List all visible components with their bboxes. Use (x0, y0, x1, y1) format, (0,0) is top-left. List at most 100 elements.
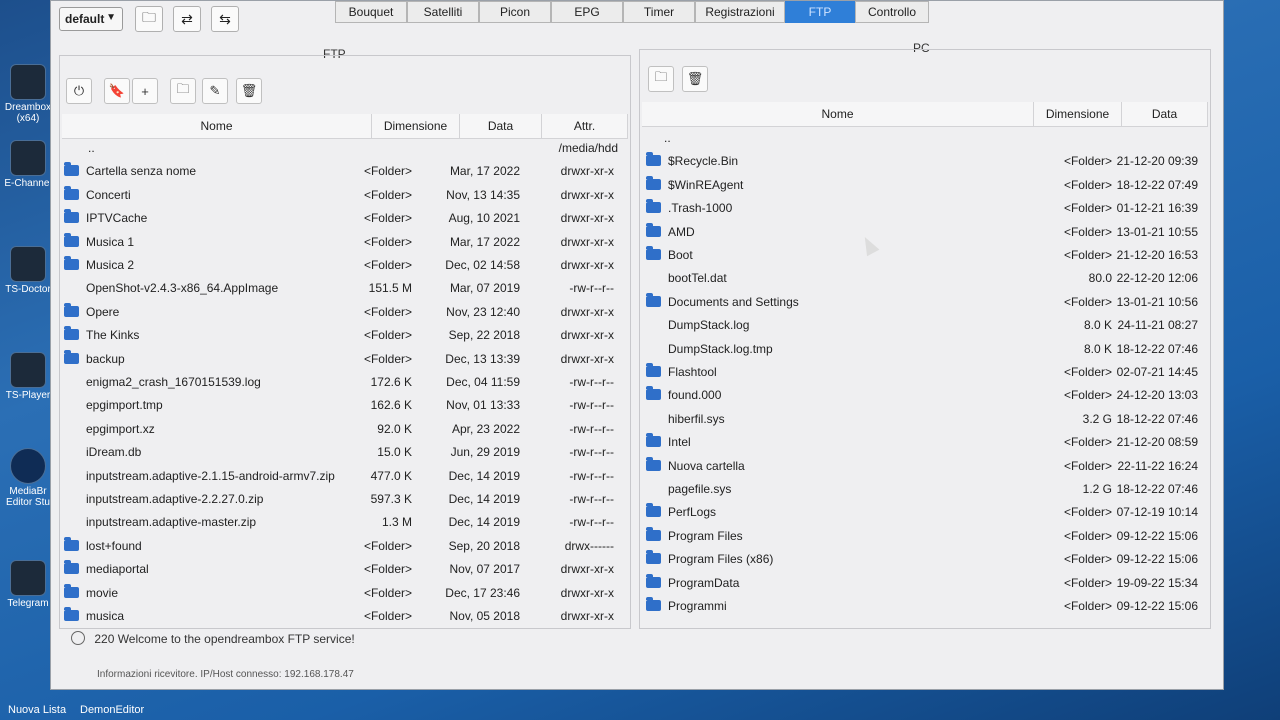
file-date: 21-12-20 16:53 (1116, 248, 1198, 262)
file-row[interactable]: pagefile.sys 1.2 G 18-12-22 07:46 (646, 479, 1202, 499)
file-name-text: found.000 (668, 388, 722, 403)
file-row[interactable]: $Recycle.Bin <Folder> 21-12-20 09:39 (646, 151, 1202, 171)
file-row[interactable]: ProgramData <Folder> 19-09-22 15:34 (646, 573, 1202, 593)
file-size: <Folder> (1063, 552, 1112, 567)
col-header-name[interactable]: Nome (642, 102, 1034, 126)
file-date: 21-12-20 09:39 (1116, 154, 1198, 169)
file-attr: drwxr-xr-x (560, 351, 614, 366)
tab-satelliti[interactable]: Satelliti (407, 1, 479, 23)
file-row[interactable]: Program Files <Folder> 09-12-22 15:06 (646, 526, 1202, 546)
pc-delete-button[interactable]: 🗑 (682, 66, 708, 92)
open-folder-button[interactable]: 🗀 (135, 6, 163, 32)
file-row[interactable]: movie <Folder> Dec, 17 23:46 drwxr-xr-x (64, 583, 624, 603)
file-row[interactable]: backup <Folder> Dec, 13 13:39 drwxr-xr-x (64, 349, 624, 369)
file-row[interactable]: enigma2_crash_1670151539.log 172.6 K Dec, … (64, 372, 624, 392)
file-row[interactable]: inputstream.adaptive-master.zip 1.3 M Dec,… (64, 512, 624, 532)
file-row[interactable]: Opere <Folder> Nov, 23 12:40 drwxr-xr-x (64, 302, 624, 322)
bookmark-button[interactable]: 🔖 (104, 78, 130, 104)
new-folder-button[interactable]: 🗀 (170, 78, 196, 104)
file-row[interactable]: PerfLogs <Folder> 07-12-19 10:14 (646, 502, 1202, 522)
file-row[interactable]: bootTel.dat 80.0 22-12-20 12:06 (646, 268, 1202, 288)
file-row[interactable]: AMD <Folder> 13-01-21 10:55 (646, 222, 1202, 242)
file-name: Programmi (646, 596, 727, 616)
file-row[interactable]: epgimport.xz 92.0 K Apr, 23 2022 -rw-r--r-- (64, 419, 624, 439)
file-row[interactable]: DumpStack.log.tmp 8.0 K 18-12-22 07:46 (646, 339, 1202, 359)
col-header-size[interactable]: Dimensione (372, 114, 460, 138)
file-row[interactable]: Documents and Settings <Folder> 13-01-21 1… (646, 292, 1202, 312)
file-row[interactable]: inputstream.adaptive-2.2.27.0.zip 597.3 K… (64, 489, 624, 509)
file-row[interactable]: Programmi <Folder> 09-12-22 15:06 (646, 596, 1202, 616)
desktop-icon-dreambox[interactable]: Dreambox (x64) (0, 64, 56, 124)
file-row[interactable]: Boot <Folder> 21-12-20 16:53 (646, 245, 1202, 265)
file-date: Apr, 23 2022 (451, 421, 520, 436)
file-row[interactable]: OpenShot-v2.4.3-x86_64.AppImage 151.5 M Ma… (64, 278, 624, 298)
file-name: ProgramData (646, 573, 739, 593)
file-attr: drwxr-xr-x (560, 187, 614, 202)
file-row[interactable]: Musica 2 <Folder> Dec, 02 14:58 drwxr-xr-x (64, 255, 624, 275)
file-row[interactable]: The Kinks <Folder> Sep, 22 2018 drwxr-xr-x (64, 325, 624, 345)
file-row[interactable]: lost+found <Folder> Sep, 20 2018 drwx------ (64, 536, 624, 556)
desktop-icon-label: TS-Doctor (5, 284, 51, 295)
file-row[interactable]: Program Files (x86) <Folder> 09-12-22 15:0… (646, 549, 1202, 569)
taskbar-item-demoneditor[interactable]: DemonEditor (80, 704, 144, 716)
plug-icon: ⏻ (73, 83, 85, 98)
file-row[interactable]: hiberfil.sys 3.2 G 18-12-22 07:46 (646, 409, 1202, 429)
folder-icon (646, 597, 661, 611)
connect-button[interactable]: ⏻ (66, 78, 92, 104)
col-header-attr[interactable]: Attr. (542, 114, 628, 138)
file-row[interactable]: musica <Folder> Nov, 05 2018 drwxr-xr-x (64, 606, 624, 626)
file-row[interactable]: IPTVCache <Folder> Aug, 10 2021 drwxr-xr-x (64, 208, 624, 228)
file-size: <Folder> (1063, 224, 1112, 239)
taskbar-item-nuova-lista[interactable]: Nuova Lista (8, 704, 66, 716)
pc-panel: 🗀 🗑 Nome Dimensione Data .. $Recycle.Bin… (639, 49, 1211, 629)
file-row[interactable]: $WinREAgent <Folder> 18-12-22 07:49 (646, 175, 1202, 195)
file-date: 24-11-21 08:27 (1117, 318, 1198, 333)
file-row[interactable]: mediaportal <Folder> Nov, 07 2017 drwxr-xr-… (64, 559, 624, 579)
sync-button[interactable]: ⇆ (211, 6, 239, 32)
file-row[interactable]: Concerti <Folder> Nov, 13 14:35 drwxr-xr-x (64, 185, 624, 205)
file-row[interactable]: epgimport.tmp 162.6 K Nov, 01 13:33 -rw-r--… (64, 395, 624, 415)
file-row[interactable]: .Trash-1000 <Folder> 01-12-21 16:39 (646, 198, 1202, 218)
pc-parent-row[interactable]: .. (646, 128, 1202, 148)
col-header-name[interactable]: Nome (62, 114, 372, 138)
file-name-text: musica (86, 609, 125, 623)
pc-new-folder-button[interactable]: 🗀 (648, 66, 674, 92)
profile-dropdown[interactable]: default ▼ (59, 7, 123, 31)
tab-bouquet[interactable]: Bouquet (335, 1, 407, 23)
desktop-icon-mediabr[interactable]: MediaBr Editor Stu (0, 448, 56, 508)
desktop-icon-echannel[interactable]: E-Channel (0, 140, 56, 189)
file-row[interactable]: Musica 1 <Folder> Mar, 17 2022 drwxr-xr-x (64, 232, 624, 252)
tab-picon[interactable]: Picon (479, 1, 551, 23)
file-row[interactable]: DumpStack.log 8.0 K 24-11-21 08:27 (646, 315, 1202, 335)
file-row[interactable]: found.000 <Folder> 24-12-20 13:03 (646, 385, 1202, 405)
tab-registrazioni[interactable]: Registrazioni (695, 1, 785, 23)
tab-epg[interactable]: EPG (551, 1, 623, 23)
file-row[interactable]: Nuova cartella <Folder> 22-11-22 16:24 (646, 456, 1202, 476)
file-date: 13-01-21 10:55 (1116, 224, 1198, 239)
file-row[interactable]: Cartella senza nome <Folder> Mar, 17 2022 d… (64, 161, 624, 181)
transfer-button[interactable]: ⇄ (173, 6, 201, 32)
tab-ftp[interactable]: FTP (785, 1, 855, 23)
col-header-date[interactable]: Data (460, 114, 542, 138)
rename-button[interactable]: ✎ (202, 78, 228, 104)
file-row[interactable]: iDream.db 15.0 K Jun, 29 2019 -rw-r--r-- (64, 442, 624, 462)
tab-controllo[interactable]: Controllo (855, 1, 929, 23)
file-name-text: lost+found (86, 538, 142, 553)
desktop-icon-tsdoctor[interactable]: TS-Doctor (0, 246, 56, 295)
desktop-icon-label: Telegram (7, 598, 49, 609)
file-row[interactable]: Flashtool <Folder> 02-07-21 14:45 (646, 362, 1202, 382)
file-attr: -rw-r--r-- (569, 492, 614, 506)
file-row[interactable]: Intel <Folder> 21-12-20 08:59 (646, 432, 1202, 452)
desktop-icon-tsplayer[interactable]: TS-Player (0, 352, 56, 401)
col-header-size[interactable]: Dimensione (1034, 102, 1122, 126)
file-date: 01-12-21 16:39 (1116, 201, 1198, 216)
file-row[interactable]: inputstream.adaptive-2.1.15-android-armv… (64, 466, 624, 486)
delete-button[interactable]: 🗑 (236, 78, 262, 104)
ftp-parent-row[interactable]: .. /media/hdd (64, 138, 624, 158)
file-date: Dec, 14 2019 (448, 492, 520, 506)
col-header-date[interactable]: Data (1122, 102, 1208, 126)
tab-timer[interactable]: Timer (623, 1, 695, 23)
desktop-icon-telegram[interactable]: Telegram (0, 560, 56, 609)
file-name-text: Documents and Settings (668, 294, 799, 309)
add-bookmark-button[interactable]: + (132, 78, 158, 104)
